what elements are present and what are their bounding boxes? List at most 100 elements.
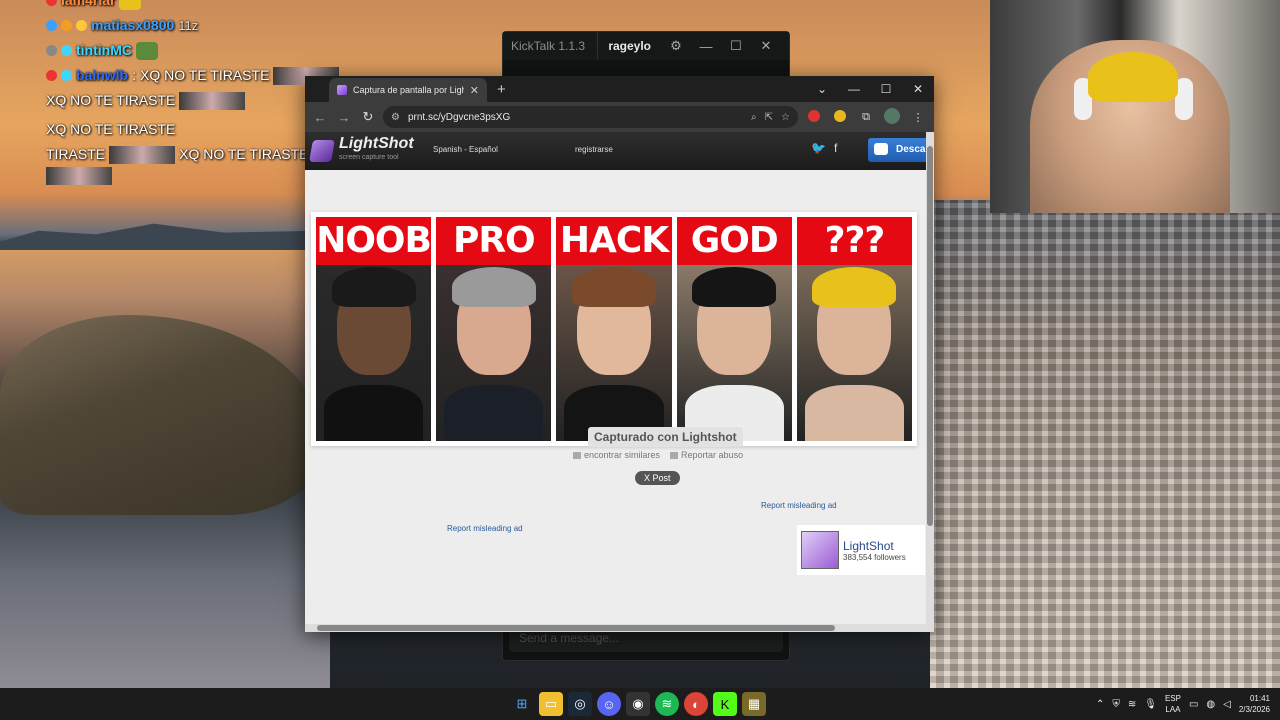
- display-icon[interactable]: ▭: [1189, 699, 1198, 710]
- discord-icon[interactable]: ☺: [597, 692, 621, 716]
- bookmark-star-icon[interactable]: ☆: [781, 112, 790, 123]
- security-shield-icon[interactable]: ⛨: [1112, 699, 1120, 710]
- report-misleading-ad-link[interactable]: Report misleading ad: [761, 501, 837, 510]
- chat-message: XQ NO TE TIRASTE: [46, 92, 176, 108]
- windows-start-icon[interactable]: ⊞: [510, 692, 534, 716]
- chat-username: iam4riar: [61, 0, 116, 8]
- flag-icon: [670, 452, 679, 460]
- image-actions: encontrar similares Reportar abuso: [573, 450, 743, 460]
- tab-search-chevron-icon[interactable]: ⌄: [806, 76, 838, 102]
- stream-chat-overlay: iam4riar matiasx0800 11z tintinMC bainwl…: [46, 0, 346, 185]
- lightshot-card-logo-icon: [801, 531, 839, 569]
- card-name: LightShot: [843, 538, 894, 553]
- lightshot-follow-card[interactable]: LightShot 383,554 followers: [797, 525, 925, 575]
- extension-yellow-icon[interactable]: [830, 109, 850, 125]
- minimize-icon[interactable]: —: [838, 76, 870, 102]
- wifi-icon[interactable]: ≋: [1128, 699, 1136, 710]
- microphone-icon[interactable]: 🎙: [1144, 699, 1157, 710]
- meme-panel: GOD: [676, 217, 792, 441]
- zoom-icon[interactable]: ⌕: [751, 112, 757, 123]
- settings-gear-icon[interactable]: ⚙: [661, 38, 691, 54]
- report-misleading-ad-link[interactable]: Report misleading ad: [447, 524, 523, 533]
- badge-icon: [61, 70, 72, 81]
- maximize-icon[interactable]: ☐: [870, 76, 902, 102]
- tray-chevron-icon[interactable]: ⌃: [1096, 699, 1104, 710]
- badge-icon: [46, 20, 57, 31]
- profile-avatar-icon[interactable]: [882, 107, 902, 127]
- spotify-icon[interactable]: ≋: [655, 692, 679, 716]
- person-hair: [331, 267, 416, 307]
- volume-icon[interactable]: ◁: [1223, 699, 1231, 710]
- kick-icon[interactable]: K: [713, 692, 737, 716]
- report-abuse-link[interactable]: Reportar abuso: [670, 450, 743, 460]
- meme-panel-photo: [796, 265, 913, 441]
- extensions-puzzle-icon[interactable]: ⧉: [856, 111, 876, 124]
- person-hair: [451, 267, 536, 307]
- meme-panel-label: HACK: [556, 217, 672, 265]
- steam-icon[interactable]: ◎: [568, 692, 592, 716]
- meme-panel-photo: [556, 265, 672, 441]
- vertical-scrollbar[interactable]: [926, 132, 934, 624]
- close-icon[interactable]: ✕: [751, 38, 781, 54]
- chrome-icon[interactable]: ◐: [684, 692, 708, 716]
- lightshot-logo[interactable]: LightShot screen capture tool: [339, 136, 414, 165]
- chat-line: matiasx0800 11z: [46, 13, 346, 38]
- chat-line: tintinMC: [46, 38, 346, 63]
- extension-red-icon[interactable]: [804, 109, 824, 125]
- horizontal-scrollbar[interactable]: [305, 624, 934, 632]
- browser-window[interactable]: Captura de pantalla por Lightshot ✕ + ⌄ …: [305, 76, 934, 632]
- meme-panel-label: PRO: [436, 217, 552, 265]
- chat-username: matiasx0800: [91, 17, 175, 33]
- chat-message: XQ NO TE TIRASTE: [140, 67, 270, 83]
- chat-message: XQ NO TE TIRASTE: [179, 146, 309, 162]
- new-tab-icon[interactable]: +: [497, 81, 506, 98]
- meme-panel-photo: [316, 265, 432, 441]
- chat-message: TIRASTE: [46, 146, 106, 162]
- back-arrow-icon[interactable]: ←: [311, 110, 329, 125]
- find-similar-link[interactable]: encontrar similares: [573, 450, 660, 460]
- kicktalk-app-name: KickTalk 1.1.3: [511, 39, 586, 53]
- x-post-button[interactable]: X Post: [635, 471, 680, 485]
- browser-tabbar: Captura de pantalla por Lightshot ✕ + ⌄ …: [305, 76, 934, 102]
- language-select[interactable]: Spanish - Español: [433, 145, 498, 154]
- install-app-icon[interactable]: ⇱: [765, 112, 773, 123]
- register-link[interactable]: registrarse: [575, 145, 613, 154]
- address-url[interactable]: prnt.sc/yDgvcne3psXG: [408, 112, 743, 123]
- input-language[interactable]: ESP LAA: [1165, 693, 1181, 715]
- minimize-icon[interactable]: —: [691, 39, 721, 54]
- browser-tab[interactable]: Captura de pantalla por Lightshot ✕: [329, 78, 487, 102]
- facebook-icon[interactable]: f: [834, 141, 837, 155]
- beanie: [1088, 52, 1178, 102]
- chat-username: tintinMC: [76, 42, 132, 58]
- card-followers: 383,554 followers: [843, 552, 906, 562]
- screenshot-image[interactable]: NOOB PRO HACK GOD???: [311, 212, 917, 446]
- reload-icon[interactable]: ↻: [359, 109, 377, 125]
- lightshot-header: LightShot screen capture tool Spanish - E…: [305, 132, 926, 170]
- close-icon[interactable]: ✕: [902, 76, 934, 102]
- maximize-icon[interactable]: ☐: [721, 38, 751, 54]
- menu-kebab-icon[interactable]: ⋮: [908, 111, 928, 124]
- taskbar: ⊞ ▭ ◎ ☺ ◉ ≋ ◐ K ▦ ⌃ ⛨ ≋ 🎙 ESP LAA ▭ ◍ ◁ 0…: [0, 688, 1280, 720]
- lightshot-logo-icon[interactable]: [309, 140, 335, 162]
- meme-panel-photo: [676, 265, 792, 441]
- download-button[interactable]: Desca: [868, 138, 926, 162]
- network-icon[interactable]: ◍: [1206, 699, 1215, 710]
- minecraft-icon[interactable]: ▦: [742, 692, 766, 716]
- chat-line: [46, 167, 346, 185]
- twitter-icon[interactable]: 🐦: [811, 141, 826, 155]
- kicktalk-channel-tab[interactable]: rageylo: [597, 32, 661, 60]
- tab-close-icon[interactable]: ✕: [470, 84, 479, 97]
- badge-icon: [61, 20, 72, 31]
- chat-line: XQ NO TE TIRASTE XQ NO TE TIRASTE: [46, 88, 346, 142]
- badge-icon: [46, 0, 57, 6]
- download-icon: [874, 143, 888, 155]
- person-body: [324, 385, 424, 441]
- forward-arrow-icon[interactable]: →: [335, 110, 353, 125]
- file-explorer-icon[interactable]: ▭: [539, 692, 563, 716]
- window-controls: ⌄ — ☐ ✕: [806, 76, 934, 102]
- obs-icon[interactable]: ◉: [626, 692, 650, 716]
- address-bar[interactable]: ⚙ prnt.sc/yDgvcne3psXG ⌕ ⇱ ☆: [383, 106, 798, 128]
- clock[interactable]: 01:41 2/3/2026: [1239, 693, 1270, 715]
- site-info-icon[interactable]: ⚙: [391, 112, 400, 123]
- chat-message: :: [132, 67, 137, 83]
